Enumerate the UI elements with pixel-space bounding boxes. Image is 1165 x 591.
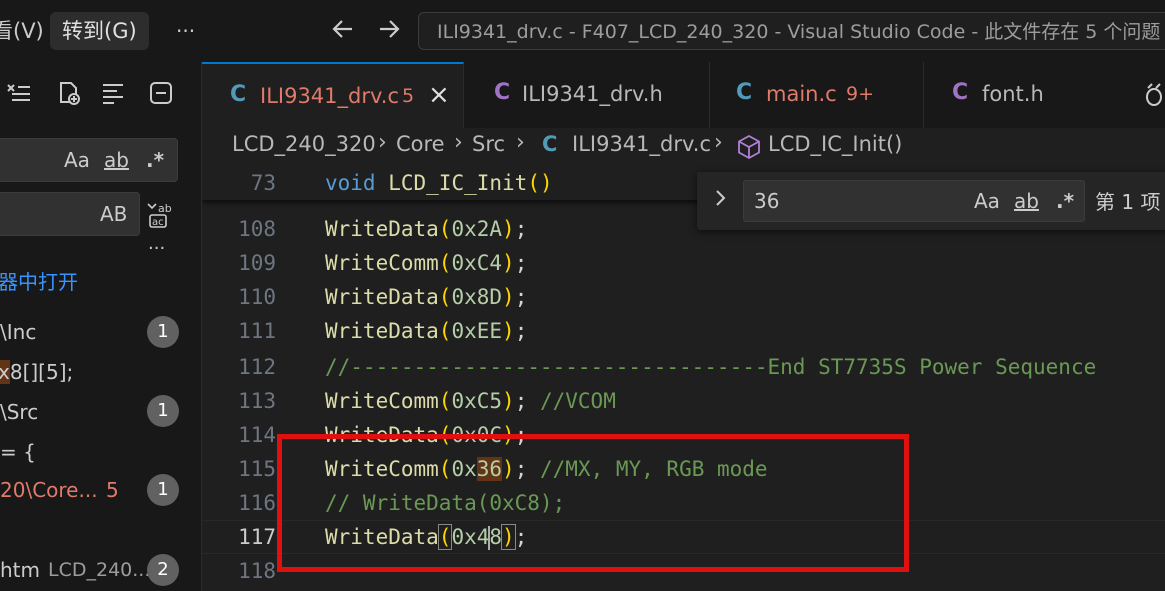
cube-icon	[736, 134, 762, 164]
result-file[interactable]: \Inc	[0, 320, 36, 344]
result-match[interactable]: = {	[0, 440, 36, 464]
toggle-replace-chevron-icon[interactable]	[713, 186, 729, 216]
new-search-editor-icon[interactable]	[56, 80, 82, 110]
command-center[interactable]: ILI9341_drv.c - F407_LCD_240_320 - Visua…	[418, 12, 1165, 50]
line-number: 109	[238, 251, 276, 275]
line-number: 73	[250, 171, 276, 195]
result-count-badge: 1	[147, 395, 179, 427]
tab-ili9341-drv-c[interactable]: C ILI9341_drv.c 5 ×	[202, 62, 464, 128]
line-number: 116	[238, 491, 276, 515]
code-text: WriteComm(0xC5); //VCOM	[325, 389, 616, 413]
code-text: WriteData(0x2A);	[325, 217, 528, 241]
result-file[interactable]: htm	[0, 558, 40, 582]
chevron-right-icon: ›	[714, 130, 723, 155]
code-line: 112 //---------------------------------E…	[202, 350, 1165, 384]
arrow-right-icon[interactable]	[376, 16, 402, 47]
match-case-toggle[interactable]: Aa	[974, 181, 1000, 221]
tab-label: ILI9341_drv.h	[522, 82, 663, 106]
annotation-highlight-box	[277, 434, 909, 572]
line-number: 108	[238, 217, 276, 241]
find-match-count: 第 1 项	[1095, 190, 1161, 214]
find-input-value: 36	[754, 189, 780, 213]
editor-tabs: C ILI9341_drv.c 5 × C ILI9341_drv.h C ma…	[202, 62, 1165, 128]
match-case-toggle[interactable]: Aa	[64, 139, 90, 181]
code-text: WriteComm(0xC4);	[325, 251, 528, 275]
more-menu-button[interactable]: ···	[176, 12, 195, 50]
svg-text:ac: ac	[152, 217, 164, 228]
chevron-right-icon: ›	[516, 130, 525, 155]
line-number: 117	[238, 525, 276, 549]
result-file-path: LCD_240...	[48, 559, 151, 581]
find-widget: 36 Aa ab .* 第 1 项	[697, 172, 1165, 230]
clear-results-icon[interactable]	[6, 80, 32, 110]
chevron-right-icon: ›	[378, 130, 387, 155]
search-sidebar: Aa ab .* AB ab ac ··· 器中打开 \Inc 1 x8[][5]…	[0, 62, 202, 591]
breadcrumb-item[interactable]: Src	[472, 132, 505, 156]
regex-toggle[interactable]: .*	[1056, 181, 1074, 221]
result-file[interactable]: \Src	[0, 400, 38, 424]
chevron-right-icon: ›	[454, 130, 463, 155]
code-line: 113 WriteComm(0xC5); //VCOM	[202, 384, 1165, 418]
line-number: 118	[238, 559, 276, 583]
find-input[interactable]: 36 Aa ab .*	[743, 180, 1085, 222]
breadcrumb: LCD_240_320 › Core › Src › C ILI9341_drv…	[202, 128, 1165, 166]
breadcrumb-item[interactable]: LCD_IC_Init()	[768, 132, 902, 156]
menu-goto[interactable]: 转到(G)	[50, 12, 149, 50]
line-number: 110	[238, 285, 276, 309]
problems-count: 5	[106, 478, 119, 502]
breadcrumb-item[interactable]: ILI9341_drv.c	[572, 132, 711, 156]
view-as-tree-icon[interactable]	[148, 80, 174, 110]
result-file[interactable]: 20\Core...	[0, 478, 98, 502]
debug-icon[interactable]	[1142, 82, 1164, 112]
breadcrumb-item[interactable]: Core	[396, 132, 445, 156]
tab-ili9341-drv-h[interactable]: C ILI9341_drv.h	[464, 62, 710, 128]
c-header-icon: C	[494, 80, 511, 105]
code-line: 111 WriteData(0xEE);	[202, 314, 1165, 348]
code-text: WriteData(0x8D);	[325, 285, 528, 309]
line-number: 112	[238, 355, 276, 379]
replace-input[interactable]: AB	[0, 192, 140, 236]
result-count-badge: 1	[147, 316, 179, 348]
open-in-editor-link[interactable]: 器中打开	[0, 266, 78, 295]
c-header-icon: C	[952, 80, 969, 105]
svg-text:ab: ab	[158, 202, 172, 215]
result-count-badge: 2	[147, 554, 179, 586]
c-file-icon: C	[230, 82, 247, 107]
menu-view[interactable]: 看(V)	[0, 12, 44, 50]
preserve-case-toggle[interactable]: AB	[100, 193, 127, 235]
close-icon[interactable]: ×	[428, 80, 450, 110]
c-file-icon: C	[542, 132, 558, 156]
tab-label: main.c	[766, 82, 837, 106]
more-actions[interactable]: ···	[148, 238, 165, 259]
search-input[interactable]: Aa ab .*	[0, 138, 178, 182]
breadcrumb-item[interactable]: LCD_240_320	[232, 132, 376, 156]
problems-badge: 5	[402, 85, 415, 107]
code-comment: //---------------------------------End S…	[325, 355, 1097, 379]
problems-badge: 9+	[846, 83, 875, 105]
whole-word-toggle[interactable]: ab	[1014, 181, 1039, 221]
code-line: 109 WriteComm(0xC4);	[202, 246, 1165, 280]
collapse-all-icon[interactable]	[100, 80, 126, 110]
tab-font-h[interactable]: C font.h	[924, 62, 1165, 128]
whole-word-toggle[interactable]: ab	[104, 139, 129, 181]
code-text: WriteData(0xEE);	[325, 319, 528, 343]
line-number: 111	[238, 319, 276, 343]
title-bar: 看(V) 转到(G) ··· ILI9341_drv.c - F407_LCD_…	[0, 0, 1165, 62]
result-match[interactable]: x8[][5];	[0, 360, 73, 384]
window-title: ILI9341_drv.c - F407_LCD_240_320 - Visua…	[437, 21, 1161, 43]
tab-label: ILI9341_drv.c	[260, 84, 400, 108]
regex-toggle[interactable]: .*	[146, 139, 164, 181]
result-count-badge: 1	[147, 474, 179, 506]
line-number: 114	[238, 423, 276, 447]
code-line: 110 WriteData(0x8D);	[202, 280, 1165, 314]
replace-all-icon[interactable]: ab ac	[146, 200, 176, 233]
tab-main-c[interactable]: C main.c 9+	[710, 62, 924, 128]
line-number: 113	[238, 389, 276, 413]
line-number: 115	[238, 457, 276, 481]
code-text: void LCD_IC_Init()	[325, 171, 553, 195]
c-file-icon: C	[736, 80, 753, 105]
arrow-left-icon[interactable]	[330, 16, 356, 47]
tab-label: font.h	[982, 82, 1044, 106]
